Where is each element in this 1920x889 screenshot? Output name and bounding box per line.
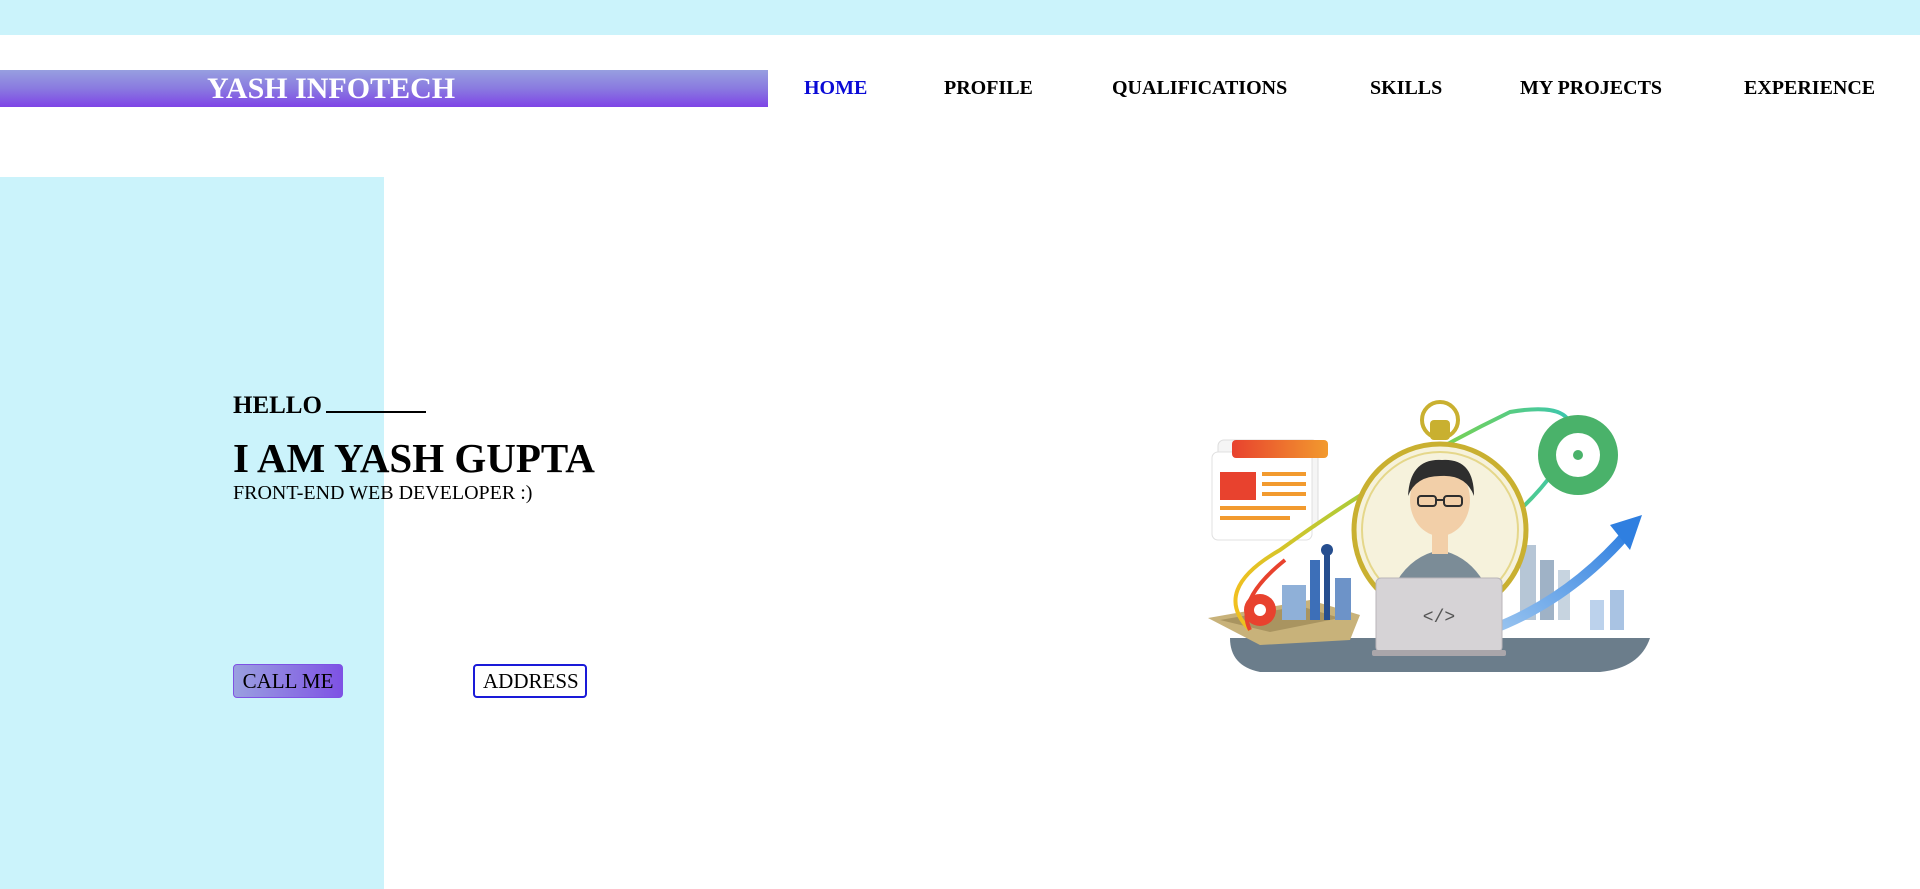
- brand-bar: YASH INFOTECH: [0, 70, 768, 107]
- address-button[interactable]: ADDRESS: [473, 664, 587, 698]
- nav-my-projects[interactable]: MY PROJECTS: [1520, 70, 1662, 107]
- developer-illustration: </>: [1208, 400, 1650, 672]
- hello-heading: HELLO: [233, 392, 426, 420]
- hello-text: HELLO: [233, 392, 322, 419]
- brand-logo-text[interactable]: YASH INFOTECH: [207, 70, 455, 107]
- nav-home[interactable]: HOME: [804, 70, 867, 107]
- side-panel: [0, 177, 384, 889]
- role-text: FRONT-END WEB DEVELOPER :): [233, 482, 533, 504]
- call-me-button[interactable]: CALL ME: [233, 664, 343, 698]
- hello-underline: [325, 411, 426, 413]
- nav-profile[interactable]: PROFILE: [944, 70, 1033, 107]
- nav-skills[interactable]: SKILLS: [1370, 70, 1442, 107]
- nav-qualifications[interactable]: QUALIFICATIONS: [1112, 70, 1287, 107]
- nav-experience[interactable]: EXPERIENCE: [1744, 70, 1875, 107]
- top-strip: [0, 0, 1920, 35]
- laptop-code-label: </>: [1423, 608, 1455, 628]
- name-heading: I AM YASH GUPTA: [233, 435, 595, 481]
